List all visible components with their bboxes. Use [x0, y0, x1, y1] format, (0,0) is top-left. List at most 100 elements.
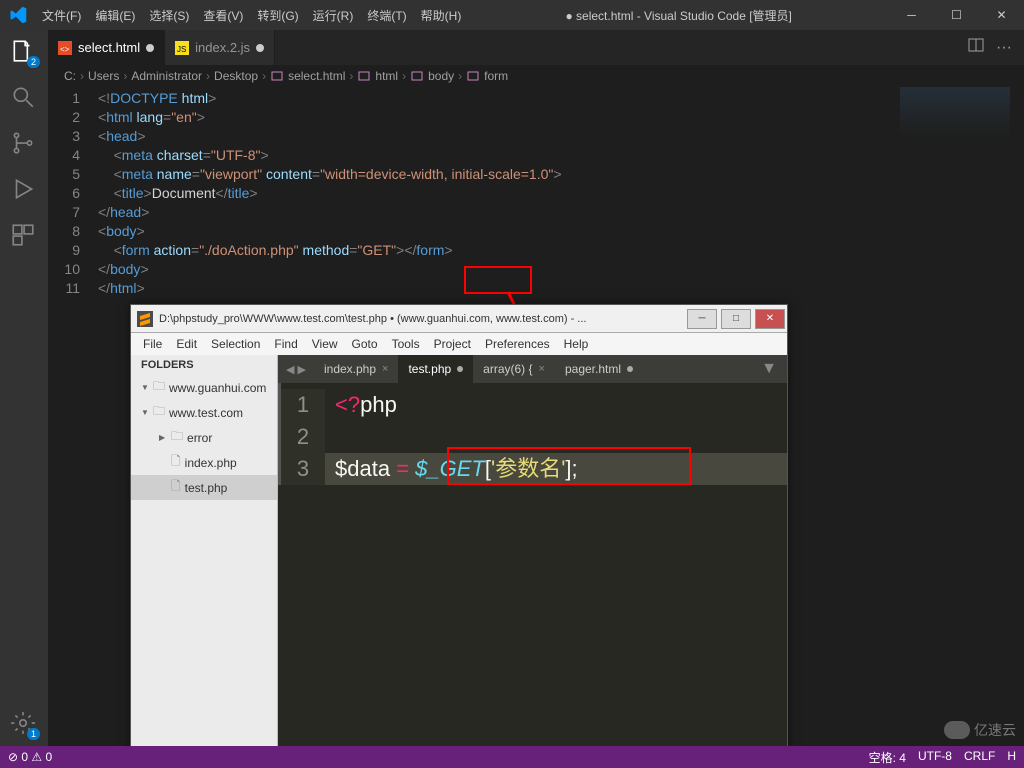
tree-folder[interactable]: ▼🗀 www.guanhui.com	[131, 375, 277, 400]
line-number: 8	[48, 222, 98, 241]
sublime-menu-item[interactable]: Goto	[352, 337, 378, 351]
editor-tab[interactable]: JSindex.2.js	[165, 30, 275, 65]
run-debug-icon[interactable]	[10, 176, 38, 204]
svg-text:JS: JS	[177, 45, 186, 54]
sublime-menu-item[interactable]: Edit	[176, 337, 197, 351]
sublime-menu-item[interactable]: View	[312, 337, 338, 351]
folder-icon: 🗀	[153, 402, 165, 423]
split-editor-icon[interactable]	[968, 37, 984, 58]
sublime-code-line[interactable]: 1<?php	[281, 389, 787, 421]
tree-file[interactable]: 🗋 index.php	[131, 450, 277, 475]
editor-tab[interactable]: <>select.html	[48, 30, 165, 65]
menu-item[interactable]: 转到(G)	[250, 7, 305, 24]
breadcrumb-item[interactable]: body	[428, 69, 454, 83]
sublime-tab[interactable]: index.php ×	[314, 355, 398, 383]
folder-icon: 🗀	[153, 377, 165, 398]
code-line[interactable]: 6 <title>Document</title>	[48, 184, 1024, 203]
code-content[interactable]: <head>	[98, 127, 146, 146]
more-actions-icon[interactable]: ···	[996, 39, 1012, 57]
code-line[interactable]: 10</body>	[48, 260, 1024, 279]
extensions-icon[interactable]	[10, 222, 38, 250]
sublime-menu-item[interactable]: Help	[564, 337, 589, 351]
code-content[interactable]: <meta name="viewport" content="width=dev…	[98, 165, 562, 184]
line-number: 6	[48, 184, 98, 203]
status-item[interactable]: UTF-8	[918, 749, 952, 766]
close-icon[interactable]: ×	[539, 363, 545, 375]
code-content[interactable]: </html>	[98, 279, 145, 298]
status-problems[interactable]: ⊘ 0 ⚠ 0	[8, 750, 52, 764]
source-control-icon[interactable]	[10, 130, 38, 158]
tree-folder[interactable]: ▶🗀 error	[131, 425, 277, 450]
sublime-tab-label: index.php	[324, 362, 376, 376]
sublime-menu-item[interactable]: File	[143, 337, 162, 351]
code-content[interactable]: <meta charset="UTF-8">	[98, 146, 269, 165]
menu-item[interactable]: 选择(S)	[142, 7, 196, 24]
breadcrumb-item[interactable]: select.html	[288, 69, 345, 83]
breadcrumb-item[interactable]: C:	[64, 69, 76, 83]
dirty-dot-icon	[146, 44, 154, 52]
code-content[interactable]: </body>	[98, 260, 149, 279]
status-item[interactable]: CRLF	[964, 749, 995, 766]
code-content[interactable]: <form action="./doAction.php" method="GE…	[98, 241, 453, 260]
sublime-menu-item[interactable]: Tools	[392, 337, 420, 351]
breadcrumb-item[interactable]: Administrator	[131, 69, 202, 83]
sublime-sidebar: FOLDERS ▼🗀 www.guanhui.com▼🗀 www.test.co…	[131, 355, 278, 763]
code-line[interactable]: 5 <meta name="viewport" content="width=d…	[48, 165, 1024, 184]
sublime-menu-item[interactable]: Find	[274, 337, 297, 351]
code-line[interactable]: 9 <form action="./doAction.php" method="…	[48, 241, 1024, 260]
menu-item[interactable]: 编辑(E)	[88, 7, 142, 24]
code-line[interactable]: 1<!DOCTYPE html>	[48, 89, 1024, 108]
sublime-maximize-button[interactable]: □	[721, 309, 751, 329]
close-button[interactable]: ✕	[979, 0, 1024, 30]
sublime-tab[interactable]: pager.html	[555, 355, 643, 383]
code-content[interactable]: </head>	[98, 203, 149, 222]
minimize-button[interactable]: ─	[889, 0, 934, 30]
sublime-close-button[interactable]: ✕	[755, 309, 785, 329]
breadcrumb-item[interactable]: html	[375, 69, 398, 83]
menu-item[interactable]: 查看(V)	[196, 7, 250, 24]
code-content[interactable]: <?php	[325, 389, 397, 421]
tab-actions: ···	[968, 30, 1024, 65]
tree-file[interactable]: 🗋 test.php	[131, 475, 277, 500]
breadcrumb[interactable]: C:›Users›Administrator›Desktop›select.ht…	[48, 65, 1024, 87]
sublime-tab-nav[interactable]: ◀ ▶	[278, 363, 314, 376]
sublime-tab[interactable]: array(6) {×	[473, 355, 555, 383]
dirty-dot-icon	[457, 366, 463, 372]
code-line[interactable]: 2<html lang="en">	[48, 108, 1024, 127]
code-line[interactable]: 3<head>	[48, 127, 1024, 146]
code-content[interactable]: <body>	[98, 222, 145, 241]
close-icon[interactable]: ×	[382, 363, 388, 375]
sublime-menu-item[interactable]: Selection	[211, 337, 260, 351]
menu-item[interactable]: 运行(R)	[306, 7, 361, 24]
menu-item[interactable]: 文件(F)	[35, 7, 88, 24]
sublime-minimize-button[interactable]: ─	[687, 309, 717, 329]
window-title: ● select.html - Visual Studio Code [管理员]	[468, 7, 889, 24]
code-line[interactable]: 11</html>	[48, 279, 1024, 298]
search-icon[interactable]	[10, 84, 38, 112]
code-content[interactable]: <!DOCTYPE html>	[98, 89, 216, 108]
breadcrumb-item[interactable]: form	[484, 69, 508, 83]
tree-label: index.php	[185, 456, 237, 470]
code-content[interactable]: <html lang="en">	[98, 108, 205, 127]
menu-item[interactable]: 帮助(H)	[414, 7, 469, 24]
code-line[interactable]: 8<body>	[48, 222, 1024, 241]
settings-gear-icon[interactable]: 1	[10, 710, 38, 738]
code-line[interactable]: 7</head>	[48, 203, 1024, 222]
breadcrumb-item[interactable]: Users	[88, 69, 119, 83]
status-item[interactable]: H	[1007, 749, 1016, 766]
sublime-menu-item[interactable]: Project	[434, 337, 471, 351]
maximize-button[interactable]: ☐	[934, 0, 979, 30]
sublime-tab[interactable]: test.php	[398, 355, 473, 383]
annotation-box-get	[464, 266, 532, 294]
tab-overflow-icon[interactable]: ▼	[751, 360, 787, 378]
sublime-menu-item[interactable]: Preferences	[485, 337, 550, 351]
breadcrumb-item[interactable]: Desktop	[214, 69, 258, 83]
explorer-icon[interactable]: 2	[10, 38, 38, 66]
minimap[interactable]	[900, 87, 1010, 137]
code-content[interactable]: <title>Document</title>	[98, 184, 258, 203]
status-item[interactable]: 空格: 4	[869, 749, 906, 766]
code-line[interactable]: 4 <meta charset="UTF-8">	[48, 146, 1024, 165]
menu-item[interactable]: 终端(T)	[360, 7, 413, 24]
code-editor[interactable]: 1<!DOCTYPE html>2<html lang="en">3<head>…	[48, 87, 1024, 298]
tree-folder[interactable]: ▼🗀 www.test.com	[131, 400, 277, 425]
